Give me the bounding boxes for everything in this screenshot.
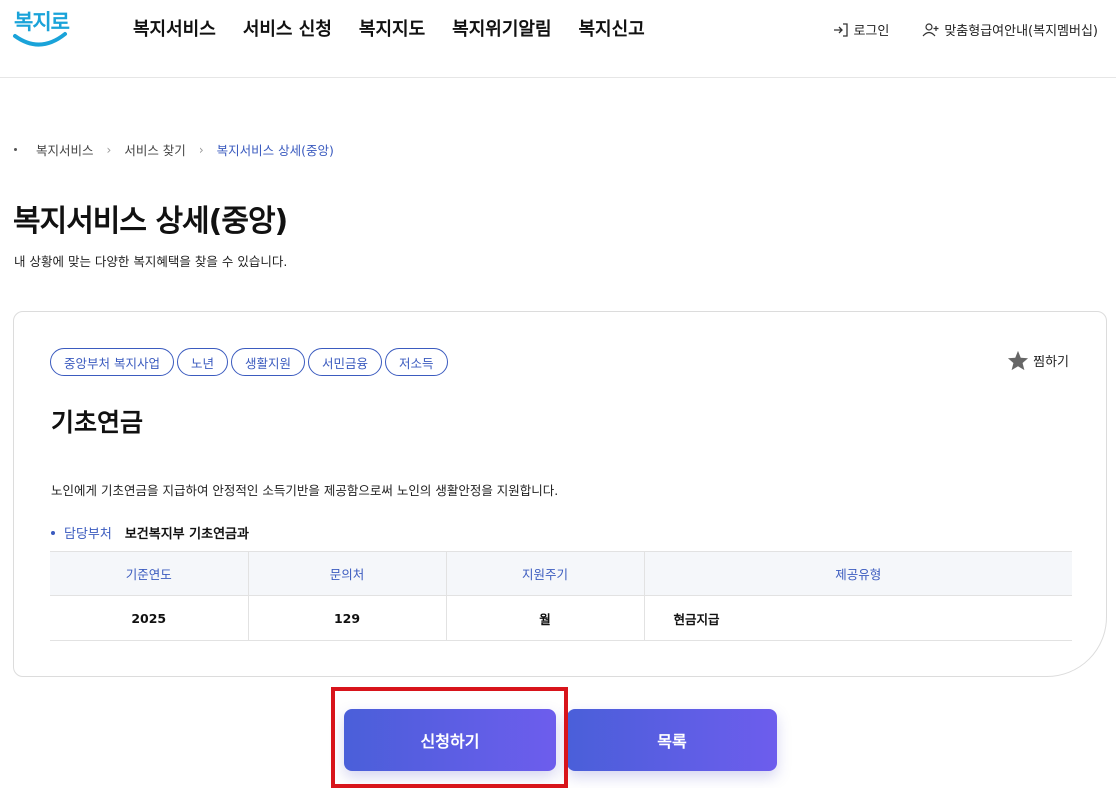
utility-links: 로그인 맞춤형급여안내(복지멤버십) xyxy=(833,20,1098,39)
bokjiro-logo[interactable]: 복지로 xyxy=(12,4,70,54)
favorite-label: 찜하기 xyxy=(1033,355,1069,370)
tag-living-support: 생활지원 xyxy=(231,348,306,376)
header-base-year: 기준연도 xyxy=(50,551,248,596)
service-title: 기초연금 xyxy=(51,408,144,437)
cell-support-cycle: 월 xyxy=(445,595,644,641)
table-header-row: 기준연도 문의처 지원주기 제공유형 xyxy=(50,551,1072,596)
nav-crisis-alert[interactable]: 복지위기알림 xyxy=(452,15,551,41)
breadcrumb-current: 복지서비스 상세(중앙) xyxy=(216,143,334,158)
header-support-cycle: 지원주기 xyxy=(445,551,644,596)
user-add-icon xyxy=(922,22,939,36)
page-title: 복지서비스 상세(중앙) xyxy=(13,204,288,239)
header-provision-type: 제공유형 xyxy=(643,551,1072,596)
department-info: 담당부처 보건복지부 기초연금과 xyxy=(51,523,249,542)
list-button[interactable]: 목록 xyxy=(567,709,777,771)
breadcrumb-service-search[interactable]: 서비스 찾기 xyxy=(124,140,185,159)
site-header: 복지로 복지서비스 서비스 신청 복지지도 복지위기알림 복지신고 로그인 맞춤… xyxy=(0,0,1116,78)
cell-base-year: 2025 xyxy=(50,595,248,641)
table-row: 2025 129 월 현금지급 xyxy=(50,595,1072,641)
login-link[interactable]: 로그인 xyxy=(833,20,889,39)
tag-elderly: 노년 xyxy=(176,348,228,376)
nav-welfare-map[interactable]: 복지지도 xyxy=(359,15,425,41)
service-info-table: 기준연도 문의처 지원주기 제공유형 2025 129 월 현금지급 xyxy=(50,551,1072,641)
bullet-icon xyxy=(51,530,55,535)
tag-low-income: 저소득 xyxy=(385,348,448,376)
highlight-box xyxy=(331,687,568,788)
login-icon xyxy=(834,22,849,37)
nav-welfare-report[interactable]: 복지신고 xyxy=(579,15,645,41)
tag-central-ministry: 중앙부처 복지사업 xyxy=(50,348,174,376)
page-description: 내 상황에 맞는 다양한 복지혜택을 찾을 수 있습니다. xyxy=(14,254,288,269)
membership-label: 맞춤형급여안내(복지멤버십) xyxy=(944,24,1098,39)
logo-smile-icon xyxy=(13,32,67,47)
service-detail-card: 중앙부처 복지사업 노년 생활지원 서민금융 저소득 찜하기 기초연금 노인에게… xyxy=(13,311,1107,677)
nav-welfare-service[interactable]: 복지서비스 xyxy=(133,15,216,41)
breadcrumb-welfare-service[interactable]: 복지서비스 xyxy=(36,140,94,159)
department-value: 보건복지부 기초연금과 xyxy=(124,527,249,542)
tag-microfinance: 서민금융 xyxy=(308,348,383,376)
service-description: 노인에게 기초연금을 지급하여 안정적인 소득기반을 제공함으로써 노인의 생활… xyxy=(51,483,559,498)
main-nav: 복지서비스 서비스 신청 복지지도 복지위기알림 복지신고 xyxy=(133,15,645,41)
nav-service-apply[interactable]: 서비스 신청 xyxy=(243,15,332,41)
cell-contact: 129 xyxy=(247,595,446,641)
chevron-right-icon: › xyxy=(106,142,112,157)
breadcrumb: 복지서비스 › 서비스 찾기 › 복지서비스 상세(중앙) xyxy=(14,140,334,159)
login-label: 로그인 xyxy=(853,24,890,39)
cell-provision-type: 현금지급 xyxy=(643,595,1072,641)
star-icon xyxy=(1008,350,1029,371)
department-label: 담당부처 xyxy=(64,527,112,542)
favorite-button[interactable]: 찜하기 xyxy=(1007,350,1069,371)
tag-list: 중앙부처 복지사업 노년 생활지원 서민금융 저소득 xyxy=(50,348,448,376)
membership-link[interactable]: 맞춤형급여안내(복지멤버십) xyxy=(922,20,1098,39)
chevron-right-icon: › xyxy=(198,142,204,157)
home-dot-icon xyxy=(14,148,17,151)
header-contact: 문의처 xyxy=(247,551,446,596)
